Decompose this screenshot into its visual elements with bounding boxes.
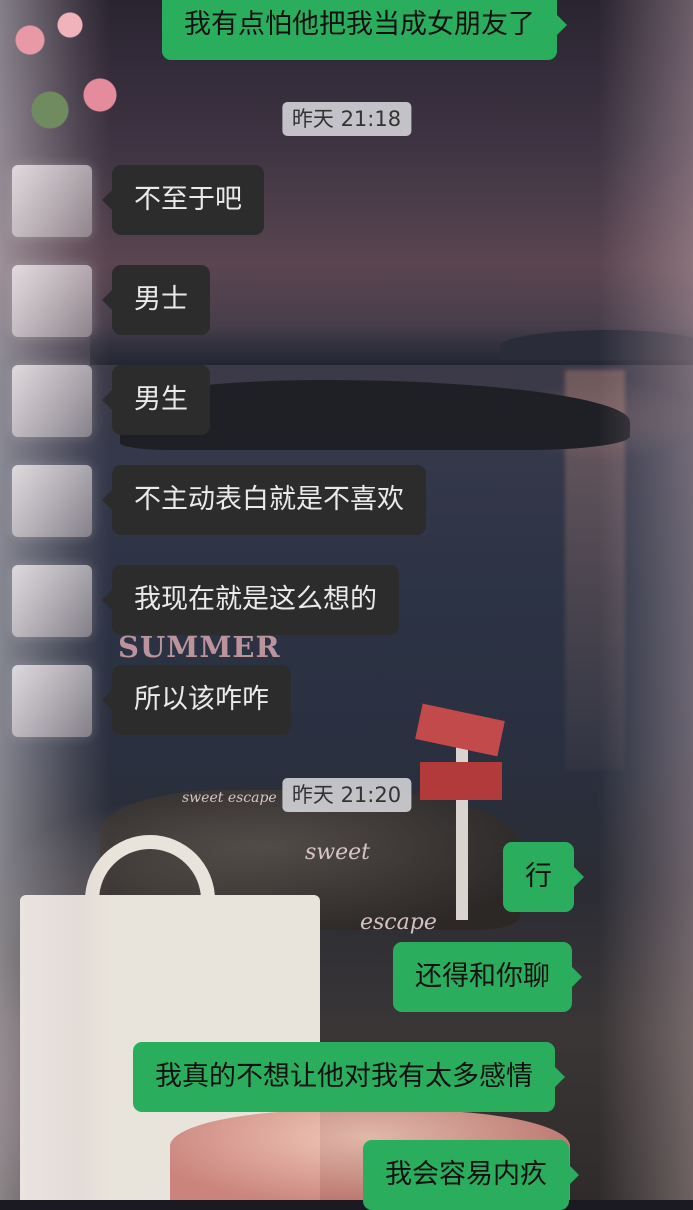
received-message-bubble[interactable]: 所以该咋咋 xyxy=(102,665,291,735)
wallpaper-text: escape xyxy=(360,910,437,935)
contact-avatar[interactable] xyxy=(12,665,92,737)
sent-message-bubble[interactable]: 我真的不想让他对我有太多感情 xyxy=(133,1042,565,1112)
contact-avatar[interactable] xyxy=(12,465,92,537)
contact-avatar[interactable] xyxy=(12,365,92,437)
sent-message-bubble[interactable]: 还得和你聊 xyxy=(393,942,582,1012)
message-timestamp: 昨天 21:20 xyxy=(281,778,412,812)
contact-avatar[interactable] xyxy=(12,565,92,637)
contact-avatar[interactable] xyxy=(12,165,92,237)
received-message-bubble[interactable]: 我现在就是这么想的 xyxy=(102,565,399,635)
wallpaper-right-blur xyxy=(598,0,693,1200)
wallpaper-flowers xyxy=(0,0,140,150)
wallpaper-text: SUMMER xyxy=(118,630,281,664)
wallpaper-text: sweet xyxy=(305,840,371,865)
contact-avatar[interactable] xyxy=(12,265,92,337)
wallpaper-text: sweet escape xyxy=(182,790,277,806)
sent-message-bubble[interactable]: 行 xyxy=(503,842,584,912)
wallpaper-sign xyxy=(420,762,502,800)
message-timestamp: 昨天 21:18 xyxy=(281,102,412,136)
wallpaper-sign-post xyxy=(456,720,468,920)
received-message-bubble[interactable]: 男士 xyxy=(102,265,210,335)
received-message-bubble[interactable]: 男生 xyxy=(102,365,210,435)
sent-message-bubble[interactable]: 我有点怕他把我当成女朋友了 xyxy=(162,0,567,60)
received-message-bubble[interactable]: 不主动表白就是不喜欢 xyxy=(102,465,426,535)
received-message-bubble[interactable]: 不至于吧 xyxy=(102,165,264,235)
